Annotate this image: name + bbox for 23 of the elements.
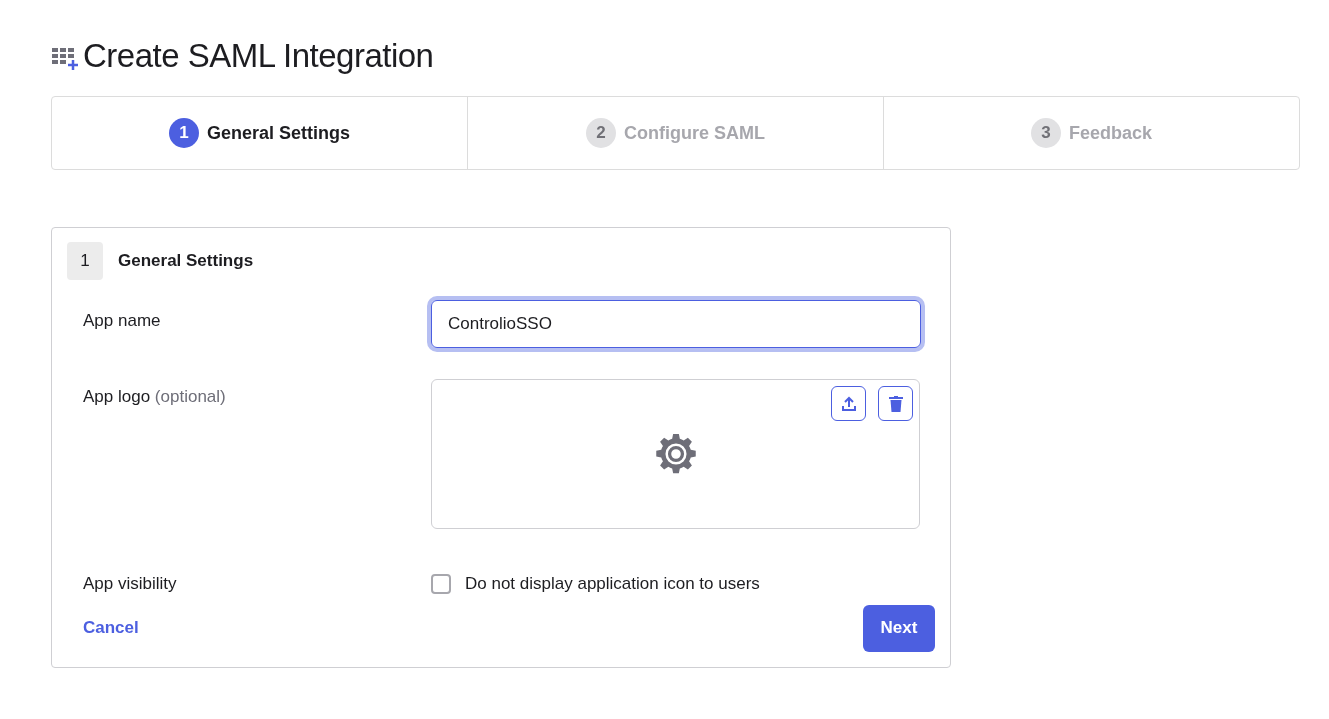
step-number: 2 [586,118,616,148]
upload-icon [840,395,857,412]
field-label: App logo (optional) [83,386,227,408]
step-tab[interactable]: 1 General Settings [52,97,467,169]
step-number: 3 [1030,118,1061,148]
step-number: 1 [168,118,199,148]
step-tab[interactable]: 3 Feedback [883,97,1299,169]
field-label: App name [83,310,162,332]
field-label: App visibility [83,573,178,595]
cancel-link[interactable]: Cancel [83,615,139,641]
trash-icon [888,395,903,412]
step-tab[interactable]: 2 Configure SAML [467,97,883,169]
checkbox-label: Do not display application icon to users [465,573,760,595]
step-label: Feedback [1068,121,1152,145]
checkbox[interactable] [431,573,451,594]
delete-button[interactable] [878,386,913,421]
page-title: Create SAML Integration [83,38,434,72]
section-title: General Settings [118,250,254,273]
step-label: General Settings [206,121,350,145]
upload-button[interactable] [831,386,866,421]
step-label: Configure SAML [624,121,765,145]
next-button[interactable]: Next [863,604,935,652]
section-number: 1 [67,242,103,280]
